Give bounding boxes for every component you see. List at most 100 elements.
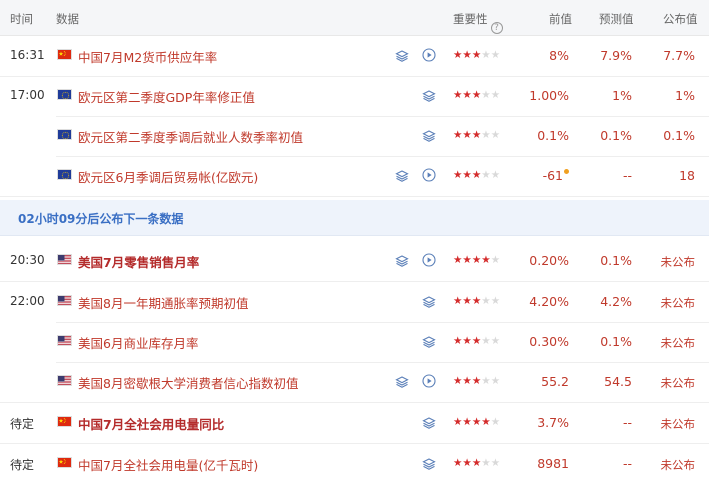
revised-dot-icon <box>564 169 569 174</box>
importance-stars: ★★★★★ <box>453 129 500 141</box>
star-icon: ★ <box>490 457 501 469</box>
star-icon: ★ <box>453 375 463 387</box>
star-icon: ★ <box>471 335 482 347</box>
star-icon: ★ <box>481 295 491 307</box>
layers-icon[interactable] <box>395 254 409 268</box>
star-icon: ★ <box>490 89 501 101</box>
published-value: 未公布 <box>660 376 696 390</box>
table-row[interactable]: 待定 中国7月全社会用电量(亿千瓦时) ★★★★★ 8981 -- 未公布 <box>0 444 709 480</box>
star-icon: ★ <box>481 254 491 266</box>
header-previous: 前值 <box>549 12 572 26</box>
event-title[interactable]: 欧元区第二季度GDP年率修正值 <box>78 87 255 106</box>
header-forecast: 预测值 <box>599 12 634 26</box>
event-title[interactable]: 中国7月M2货币供应年率 <box>78 47 217 66</box>
china-flag-icon <box>57 49 72 60</box>
event-title[interactable]: 美国8月一年期通胀率预期初值 <box>78 293 248 312</box>
us-flag-icon <box>57 375 72 386</box>
importance-stars: ★★★★★ <box>453 457 500 469</box>
previous-value: 0.20% <box>529 253 569 268</box>
table-row[interactable]: 欧元区6月季调后贸易帐(亿欧元) ★★★★★ -61 -- 18 <box>0 156 709 197</box>
table-row[interactable]: 17:00 欧元区第二季度GDP年率修正值 ★★★★★ 1.00% 1% 1% <box>0 76 709 117</box>
star-icon: ★ <box>462 416 472 428</box>
star-icon: ★ <box>490 169 501 181</box>
event-title[interactable]: 欧元区6月季调后贸易帐(亿欧元) <box>78 167 258 186</box>
importance-stars: ★★★★★ <box>453 375 500 387</box>
star-icon: ★ <box>453 457 463 469</box>
table-row[interactable]: 22:00 美国8月一年期通胀率预期初值 ★★★★★ 4.20% 4.2% 未公布 <box>0 282 709 323</box>
banner-text: 02小时09分后公布下一条数据 <box>18 212 184 226</box>
header-data: 数据 <box>56 12 79 26</box>
star-icon: ★ <box>462 89 472 101</box>
event-time: 待定 <box>10 417 35 431</box>
star-icon: ★ <box>462 295 472 307</box>
play-icon[interactable] <box>422 253 436 267</box>
star-icon: ★ <box>481 89 491 101</box>
event-title[interactable]: 美国6月商业库存月率 <box>78 333 198 352</box>
header-importance: 重要性? <box>453 11 503 34</box>
table-row[interactable]: 20:30 美国7月零售销售月率 ★★★★★ 0.20% 0.1% 未公布 <box>0 241 709 282</box>
star-icon: ★ <box>471 375 482 387</box>
forecast-value: 1% <box>612 88 632 103</box>
layers-icon[interactable] <box>395 375 409 389</box>
importance-stars: ★★★★★ <box>453 335 500 347</box>
star-icon: ★ <box>490 129 501 141</box>
next-release-banner: 02小时09分后公布下一条数据 <box>0 200 709 236</box>
layers-icon[interactable] <box>422 89 436 103</box>
event-title[interactable]: 美国8月密歇根大学消费者信心指数初值 <box>78 373 298 392</box>
table-row[interactable]: 美国6月商业库存月率 ★★★★★ 0.30% 0.1% 未公布 <box>0 322 709 363</box>
published-value: 未公布 <box>660 255 696 269</box>
event-title[interactable]: 美国7月零售销售月率 <box>78 252 199 271</box>
event-title[interactable]: 中国7月全社会用电量(亿千瓦时) <box>78 455 258 474</box>
importance-stars: ★★★★★ <box>453 254 500 266</box>
importance-stars: ★★★★★ <box>453 295 500 307</box>
star-icon: ★ <box>490 375 501 387</box>
layers-icon[interactable] <box>395 49 409 63</box>
layers-icon[interactable] <box>422 129 436 143</box>
star-icon: ★ <box>453 416 463 428</box>
layers-icon[interactable] <box>422 457 436 471</box>
forecast-value: -- <box>622 456 632 471</box>
previous-value: 55.2 <box>541 374 569 389</box>
forecast-value: 0.1% <box>600 253 632 268</box>
table-row[interactable]: 16:31 中国7月M2货币供应年率 ★★★★★ 8% 7.9% 7.7% <box>0 36 709 77</box>
layers-icon[interactable] <box>422 416 436 430</box>
forecast-value: 7.9% <box>600 48 632 63</box>
previous-value: 0.1% <box>537 128 569 143</box>
table-row[interactable]: 美国8月密歇根大学消费者信心指数初值 ★★★★★ 55.2 54.5 未公布 <box>0 362 709 403</box>
star-icon: ★ <box>462 457 472 469</box>
event-time: 17:00 <box>10 88 45 102</box>
star-icon: ★ <box>453 89 463 101</box>
star-icon: ★ <box>481 49 491 61</box>
play-icon[interactable] <box>422 48 436 62</box>
published-value: 未公布 <box>660 296 696 310</box>
star-icon: ★ <box>471 89 482 101</box>
play-icon[interactable] <box>422 374 436 388</box>
star-icon: ★ <box>462 335 472 347</box>
help-icon[interactable]: ? <box>490 22 503 34</box>
star-icon: ★ <box>481 457 491 469</box>
previous-value: -61 <box>543 168 569 183</box>
forecast-value: -- <box>622 415 632 430</box>
layers-icon[interactable] <box>395 169 409 183</box>
play-icon[interactable] <box>422 168 436 182</box>
star-icon: ★ <box>490 335 501 347</box>
published-value: 未公布 <box>660 458 696 472</box>
us-flag-icon <box>57 254 72 265</box>
star-icon: ★ <box>490 49 501 61</box>
star-icon: ★ <box>481 129 491 141</box>
star-icon: ★ <box>490 416 501 428</box>
previous-value: 1.00% <box>529 88 569 103</box>
layers-icon[interactable] <box>422 295 436 309</box>
star-icon: ★ <box>490 254 501 266</box>
table-row[interactable]: 待定 中国7月全社会用电量同比 ★★★★★ 3.7% -- 未公布 <box>0 403 709 444</box>
previous-value: 3.7% <box>537 415 569 430</box>
previous-value: 4.20% <box>529 294 569 309</box>
layers-icon[interactable] <box>422 335 436 349</box>
eu-flag-icon <box>57 89 72 100</box>
star-icon: ★ <box>462 129 472 141</box>
us-flag-icon <box>57 335 72 346</box>
forecast-value: 0.1% <box>600 334 632 349</box>
event-title[interactable]: 中国7月全社会用电量同比 <box>78 414 224 433</box>
table-row[interactable]: 欧元区第二季度季调后就业人数季率初值 ★★★★★ 0.1% 0.1% 0.1% <box>0 116 709 157</box>
event-title[interactable]: 欧元区第二季度季调后就业人数季率初值 <box>78 127 303 146</box>
